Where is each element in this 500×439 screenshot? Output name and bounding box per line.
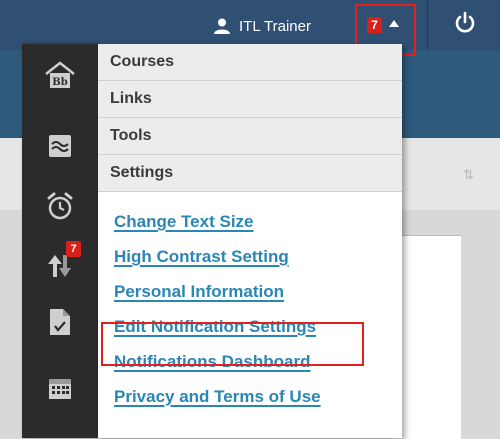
menu-category-tools[interactable]: Tools xyxy=(98,118,402,155)
stream-icon xyxy=(49,135,71,157)
menu-category-links[interactable]: Links xyxy=(98,81,402,118)
privacy-terms-link[interactable]: Privacy and Terms of Use xyxy=(98,379,402,414)
user-menu-button[interactable]: ITL Trainer xyxy=(213,15,311,37)
blackboard-home-icon: Bb xyxy=(45,61,75,88)
calendar-icon xyxy=(49,379,71,399)
rail-item-stream[interactable] xyxy=(22,118,98,174)
edit-notification-settings-highlight xyxy=(101,322,364,366)
rail-item-calendar[interactable] xyxy=(22,360,98,416)
notification-badge[interactable]: 7 xyxy=(367,17,382,33)
rail-item-due-dates[interactable] xyxy=(22,178,98,234)
settings-links-list: Change Text Size High Contrast Setting P… xyxy=(98,192,402,414)
svg-text:Bb: Bb xyxy=(52,77,67,88)
alarm-clock-icon xyxy=(47,192,73,220)
header-divider xyxy=(427,0,428,50)
menu-category-courses[interactable]: Courses xyxy=(98,44,402,81)
power-icon[interactable] xyxy=(452,10,478,36)
menu-category-settings[interactable]: Settings xyxy=(98,155,402,192)
rail-item-updates[interactable]: 7 xyxy=(22,238,98,294)
rail-item-home[interactable]: Bb xyxy=(22,48,98,104)
updates-badge: 7 xyxy=(66,241,81,257)
change-text-size-link[interactable]: Change Text Size xyxy=(98,204,402,239)
sort-icon[interactable]: ⇅ xyxy=(463,168,474,183)
global-nav-menu: Courses Links Tools Settings Change Text… xyxy=(98,44,402,438)
rail-item-grades[interactable] xyxy=(22,294,98,350)
user-icon xyxy=(214,18,230,34)
user-name: ITL Trainer xyxy=(239,17,311,35)
high-contrast-setting-link[interactable]: High Contrast Setting xyxy=(98,239,402,274)
personal-information-link[interactable]: Personal Information xyxy=(98,274,402,309)
icon-rail: Bb 7 xyxy=(22,44,98,438)
caret-up-icon[interactable] xyxy=(389,20,399,27)
grades-icon xyxy=(50,309,70,335)
